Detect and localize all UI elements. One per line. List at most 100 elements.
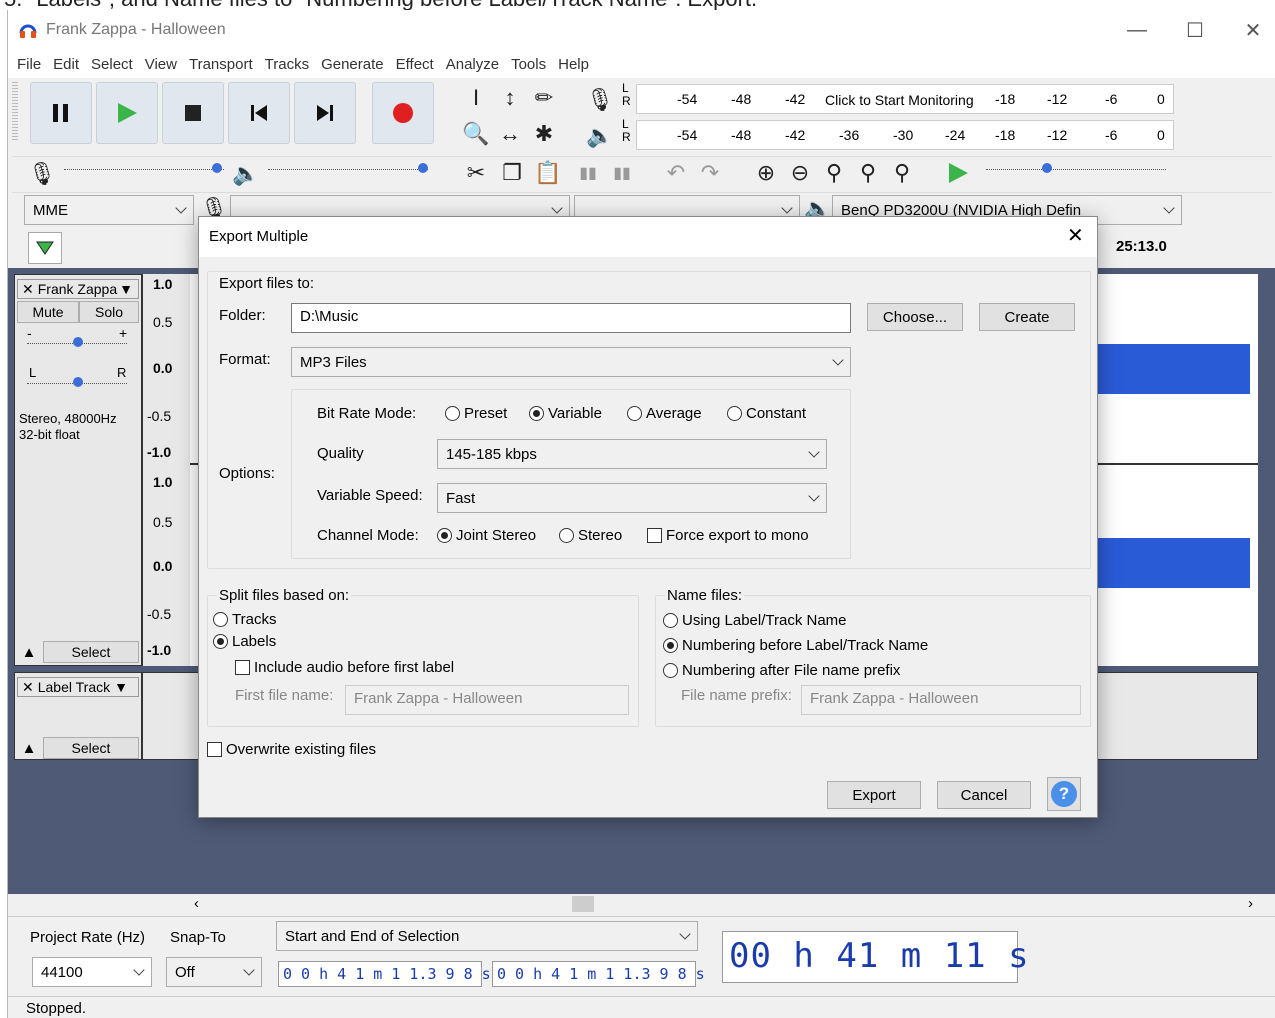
record-volume-slider[interactable] xyxy=(64,169,224,170)
selection-tool-icon[interactable]: I xyxy=(460,82,492,114)
pan-thumb[interactable] xyxy=(73,377,83,387)
variable-speed-select[interactable]: Fast xyxy=(437,483,827,513)
collapse-label-track-button[interactable]: ▲ xyxy=(17,737,41,759)
joint-stereo-radio[interactable]: Joint Stereo xyxy=(437,527,536,544)
silence-audio-icon[interactable]: ▮▮ xyxy=(606,157,638,189)
maximize-button[interactable]: ☐ xyxy=(1166,10,1224,50)
redo-icon[interactable]: ↷ xyxy=(694,157,726,189)
audio-host-select[interactable]: MME xyxy=(24,195,194,225)
close-window-button[interactable]: ✕ xyxy=(1224,10,1275,50)
menu-select[interactable]: Select xyxy=(91,50,142,78)
zoom-tool-icon[interactable]: 🔍 xyxy=(460,118,492,150)
cancel-button[interactable]: Cancel xyxy=(937,781,1031,809)
label-track-select-button[interactable]: Select xyxy=(43,737,139,759)
export-button[interactable]: Export xyxy=(827,781,921,809)
horizontal-scrollbar[interactable]: ‹ › xyxy=(8,894,1275,914)
menu-view[interactable]: View xyxy=(145,50,186,78)
play-speed-slider[interactable] xyxy=(986,169,1166,170)
split-tracks-radio[interactable]: Tracks xyxy=(213,611,276,628)
play-button[interactable] xyxy=(96,82,158,144)
cut-icon[interactable]: ✂ xyxy=(460,157,492,189)
numbering-before-radio[interactable]: Numbering before Label/Track Name xyxy=(663,637,928,654)
minimize-button[interactable]: — xyxy=(1108,10,1166,50)
track-select-button[interactable]: Select xyxy=(43,641,139,663)
include-audio-checkbox[interactable]: Include audio before first label xyxy=(235,659,454,676)
file-name-prefix-input[interactable]: Frank Zappa - Halloween xyxy=(801,685,1081,715)
track-name-button[interactable]: ✕ Frank Zappa ▼ xyxy=(17,279,139,299)
bitrate-preset-radio[interactable]: Preset xyxy=(445,405,507,422)
skip-end-button[interactable] xyxy=(294,82,356,144)
scrollbar-thumb[interactable] xyxy=(572,896,594,912)
solo-button[interactable]: Solo xyxy=(79,301,139,323)
bitrate-average-radio[interactable]: Average xyxy=(627,405,702,422)
draw-tool-icon[interactable]: ✏ xyxy=(528,82,560,114)
play-speed-thumb[interactable] xyxy=(1042,163,1052,173)
menu-tracks[interactable]: Tracks xyxy=(265,50,318,78)
help-button[interactable]: ? xyxy=(1047,777,1081,811)
collapse-track-button[interactable]: ▲ xyxy=(17,641,41,663)
multi-tool-icon[interactable]: ✱ xyxy=(528,118,560,150)
copy-icon[interactable]: ❐ xyxy=(496,157,528,189)
fit-project-icon[interactable]: ⚲ xyxy=(852,157,884,189)
click-to-start-monitoring[interactable]: Click to Start Monitoring xyxy=(825,92,974,108)
force-mono-checkbox[interactable]: Force export to mono xyxy=(647,527,809,544)
stop-button[interactable] xyxy=(162,82,224,144)
scroll-left-icon[interactable]: ‹ xyxy=(194,895,199,912)
bitrate-variable-radio[interactable]: Variable xyxy=(529,405,602,422)
menu-analyze[interactable]: Analyze xyxy=(446,50,508,78)
toolbar-grip[interactable] xyxy=(12,82,18,142)
format-select[interactable]: MP3 Files xyxy=(291,347,851,377)
play-meter[interactable]: -54 -48 -42 -36 -30 -24 -18 -12 -6 0 xyxy=(636,120,1174,150)
create-button[interactable]: Create xyxy=(979,303,1075,331)
paste-icon[interactable]: 📋 xyxy=(532,157,564,189)
zoom-out-icon[interactable]: ⊖ xyxy=(784,157,816,189)
menu-generate[interactable]: Generate xyxy=(321,50,393,78)
play-meter-speaker-icon[interactable]: 🔈 xyxy=(584,120,616,152)
split-labels-radio[interactable]: Labels xyxy=(213,633,276,650)
playback-volume-slider[interactable] xyxy=(268,169,428,170)
pin-playhead-button[interactable] xyxy=(28,232,62,264)
menu-transport[interactable]: Transport xyxy=(189,50,262,78)
zoom-toggle-icon[interactable]: ⚲ xyxy=(886,157,918,189)
pause-button[interactable] xyxy=(30,82,92,144)
folder-input[interactable]: D:\Music xyxy=(291,303,851,333)
undo-icon[interactable]: ↶ xyxy=(660,157,692,189)
track-close-icon[interactable]: ✕ xyxy=(22,281,34,298)
record-volume-thumb[interactable] xyxy=(212,163,222,173)
mute-button[interactable]: Mute xyxy=(17,301,79,323)
timeshift-tool-icon[interactable]: ↔ xyxy=(494,118,526,150)
playback-volume-thumb[interactable] xyxy=(418,163,428,173)
project-rate-select[interactable]: 44100 xyxy=(32,957,152,987)
zoom-in-icon[interactable]: ⊕ xyxy=(750,157,782,189)
menu-tools[interactable]: Tools xyxy=(511,50,555,78)
choose-button[interactable]: Choose... xyxy=(867,303,963,331)
menu-file[interactable]: File xyxy=(17,50,50,78)
record-button[interactable] xyxy=(372,82,434,144)
stereo-radio[interactable]: Stereo xyxy=(559,527,622,544)
selection-end-time[interactable]: 0 0 h 4 1 m 1 1.3 9 8 s xyxy=(492,961,705,987)
quality-select[interactable]: 145-185 kbps xyxy=(437,439,827,469)
fit-selection-icon[interactable]: ⚲ xyxy=(818,157,850,189)
scroll-right-icon[interactable]: › xyxy=(1248,895,1253,912)
trim-audio-icon[interactable]: ▮▮ xyxy=(572,157,604,189)
bitrate-constant-radio[interactable]: Constant xyxy=(727,405,806,422)
overwrite-existing-checkbox[interactable]: Overwrite existing files xyxy=(207,741,376,758)
selection-start-time[interactable]: 0 0 h 4 1 m 1 1.3 9 8 s xyxy=(278,961,491,987)
play-at-speed-button[interactable] xyxy=(946,161,970,189)
label-track-name-button[interactable]: ✕ Label Track ▼ xyxy=(17,677,139,697)
menu-effect[interactable]: Effect xyxy=(396,50,443,78)
menu-help[interactable]: Help xyxy=(558,50,598,78)
dialog-close-icon[interactable]: ✕ xyxy=(1067,223,1084,248)
first-file-name-input[interactable]: Frank Zappa - Halloween xyxy=(345,685,629,715)
label-track-close-icon[interactable]: ✕ xyxy=(22,679,34,696)
snap-to-select[interactable]: Off xyxy=(166,957,262,987)
record-meter-microphone-icon[interactable]: 🎙 xyxy=(584,84,616,116)
audio-position-display[interactable]: 00 h 41 m 11 s xyxy=(722,931,1029,983)
menu-edit[interactable]: Edit xyxy=(53,50,88,78)
numbering-after-radio[interactable]: Numbering after File name prefix xyxy=(663,662,900,679)
envelope-tool-icon[interactable]: ↕ xyxy=(494,82,526,114)
selection-range-select[interactable]: Start and End of Selection xyxy=(276,921,698,951)
gain-thumb[interactable] xyxy=(73,337,83,347)
name-using-label-radio[interactable]: Using Label/Track Name xyxy=(663,612,847,629)
record-meter[interactable]: -54 -48 -42 Click to Start Monitoring -1… xyxy=(636,84,1174,114)
